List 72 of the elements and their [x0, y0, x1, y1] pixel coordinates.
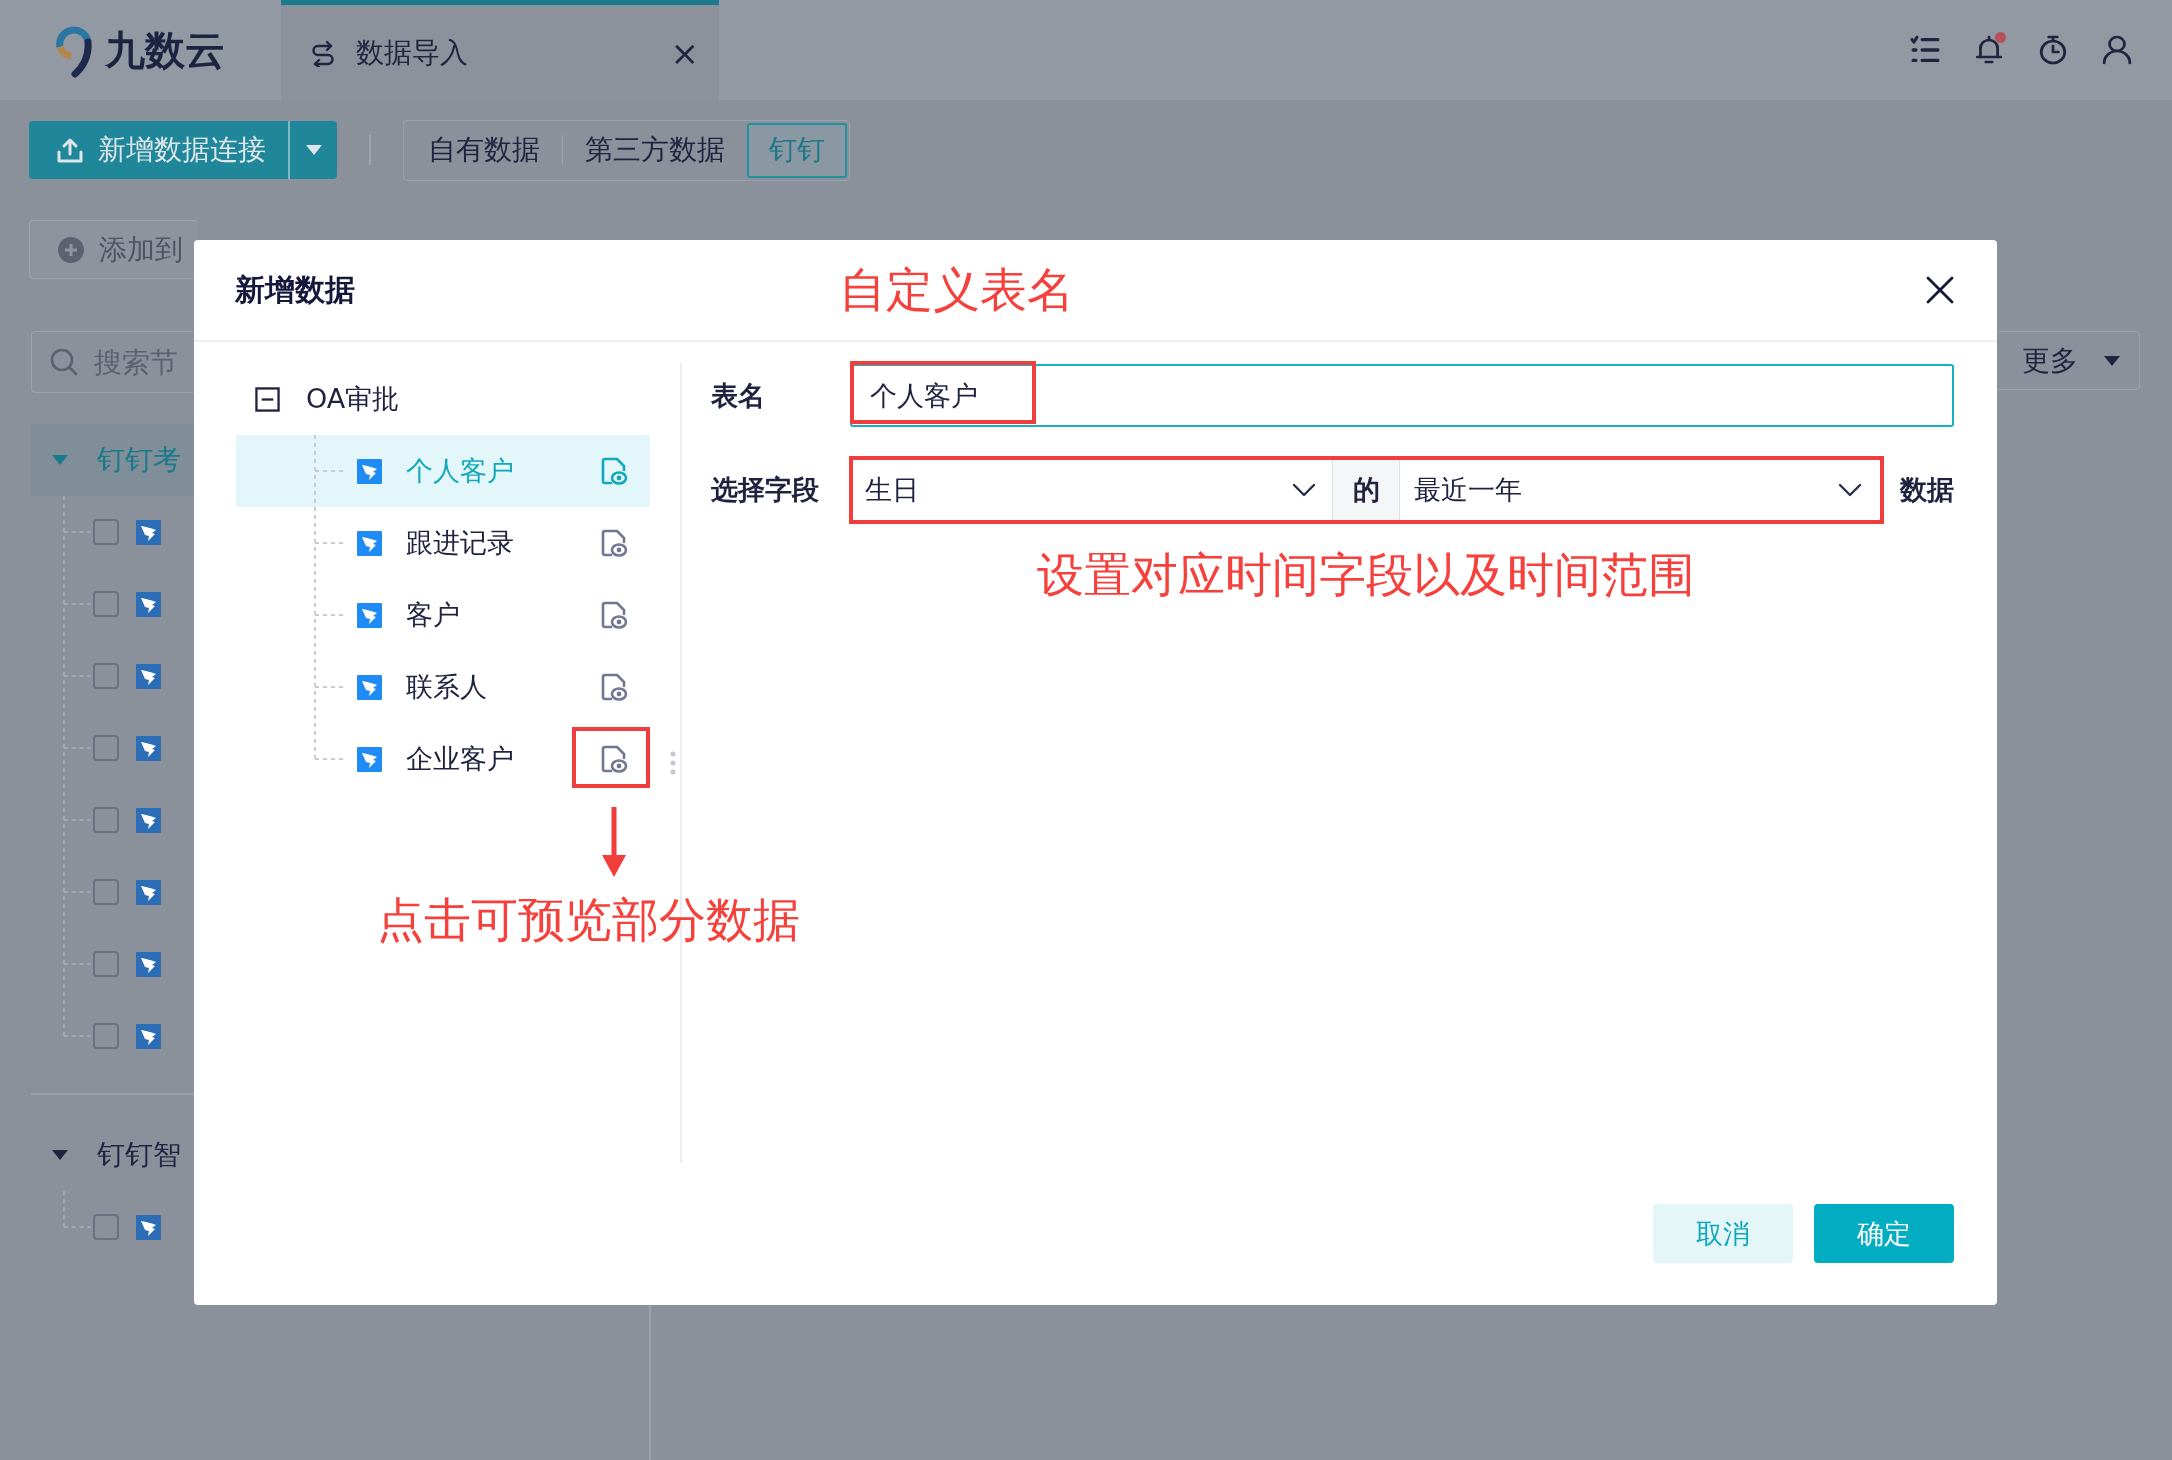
field-label: 表名: [711, 378, 766, 413]
caret-down-icon: [305, 145, 322, 155]
source-tab[interactable]: 自有数据: [406, 122, 562, 178]
caret-down-icon[interactable]: [52, 1150, 68, 1160]
wing-icon: [136, 951, 161, 977]
document-eye-icon[interactable]: [600, 457, 628, 485]
logo-text: 九数云: [105, 30, 225, 70]
user-icon[interactable]: [2102, 35, 2132, 65]
wing-icon: [136, 807, 161, 833]
checkbox[interactable]: [93, 591, 119, 617]
caret-down-icon: [2104, 355, 2120, 366]
wing-icon: [136, 663, 161, 689]
checkbox[interactable]: [93, 519, 119, 545]
wing-icon: [357, 458, 382, 484]
swap-arrows-icon: [309, 38, 337, 67]
document-eye-icon[interactable]: [600, 601, 628, 629]
tree-item[interactable]: 客户: [236, 579, 650, 651]
wing-icon: [357, 746, 382, 772]
checkbox[interactable]: [93, 1214, 119, 1240]
source-tab[interactable]: 第三方数据: [563, 122, 747, 178]
wing-icon: [136, 1214, 161, 1240]
annotation-text: 点击可预览部分数据: [377, 895, 800, 945]
tree-item[interactable]: 跟进记录: [236, 507, 650, 579]
checklist-icon[interactable]: [1910, 35, 1940, 65]
wing-icon: [357, 530, 382, 556]
chevron-down-icon: [1838, 483, 1862, 497]
minus-square-icon[interactable]: [255, 386, 280, 412]
connector-label: 的: [1332, 459, 1400, 521]
checkbox[interactable]: [93, 807, 119, 833]
upload-icon: [56, 136, 84, 164]
document-eye-icon[interactable]: [600, 529, 628, 557]
field-label: 选择字段: [711, 473, 820, 507]
action-button[interactable]: 添加到: [29, 220, 197, 279]
plus-circle-icon: [58, 236, 84, 263]
wing-icon: [136, 1023, 161, 1049]
dialog-title: 新增数据: [235, 270, 355, 309]
checkbox[interactable]: [93, 735, 119, 761]
checkbox[interactable]: [93, 879, 119, 905]
wing-icon: [136, 591, 161, 617]
annotation-text: 自定义表名: [839, 264, 1074, 316]
wing-icon: [136, 519, 161, 545]
document-eye-icon[interactable]: [600, 673, 628, 701]
tree-item[interactable]: 个人客户: [236, 435, 650, 507]
wing-icon: [357, 602, 382, 628]
suffix-label: 数据: [1900, 473, 1954, 507]
checkbox[interactable]: [93, 663, 119, 689]
chevron-down-icon: [1292, 483, 1316, 497]
wing-icon: [357, 674, 382, 700]
wing-icon: [136, 879, 161, 905]
drag-handle-icon[interactable]: [670, 751, 676, 775]
table-name-field[interactable]: 个人客户: [850, 364, 1954, 427]
tree-line: [63, 1191, 93, 1228]
bell-icon[interactable]: [1974, 35, 2004, 65]
dropdown-button[interactable]: [288, 121, 337, 179]
timer-icon[interactable]: [2038, 35, 2068, 65]
tree-node[interactable]: OA审批: [255, 381, 400, 417]
confirm-button[interactable]: 确定: [1814, 1204, 1954, 1263]
document-eye-icon[interactable]: [600, 745, 628, 773]
checkbox[interactable]: [93, 951, 119, 977]
more-button[interactable]: 更多: [1998, 331, 2140, 390]
annotation-text: 设置对应时间字段以及时间范围: [1036, 550, 1695, 600]
close-icon[interactable]: [1926, 276, 1954, 304]
tree-item[interactable]: 企业客户: [236, 723, 650, 795]
tree-item[interactable]: 联系人: [236, 651, 650, 723]
wing-icon: [136, 735, 161, 761]
tree-node[interactable]: 钉钉智: [31, 1119, 194, 1191]
tab[interactable]: 数据导入 ×: [281, 0, 719, 100]
tab-close-button[interactable]: ×: [664, 35, 705, 70]
cancel-button[interactable]: 取消: [1653, 1204, 1793, 1263]
new-connection-button[interactable]: 新增数据连接: [29, 121, 288, 179]
checkbox[interactable]: [93, 1023, 119, 1049]
search-icon: [50, 348, 78, 376]
